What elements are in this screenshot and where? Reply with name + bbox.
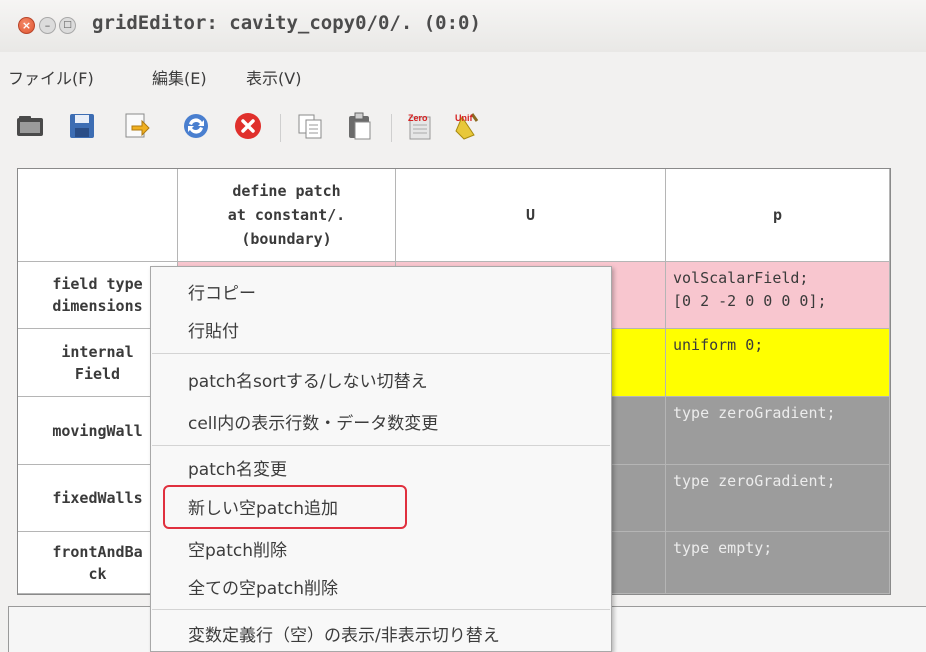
toolbar: Zero Unif [0, 96, 926, 160]
ctx-rename-patch[interactable]: patch名変更 [188, 455, 287, 480]
open-folder-icon [17, 116, 43, 136]
toolbar-separator [391, 114, 392, 142]
cancel-icon [235, 113, 261, 139]
maximize-window-button[interactable]: □ [59, 17, 76, 34]
close-icon: × [21, 19, 32, 32]
ctx-copy-row[interactable]: 行コピー [188, 279, 256, 304]
minimize-window-button[interactable]: – [39, 17, 56, 34]
toolbar-separator [280, 114, 281, 142]
export-icon [125, 113, 150, 138]
save-button[interactable] [66, 111, 98, 141]
unif-label: Unif [455, 113, 473, 123]
title-bar: × – □ gridEditor: cavity_copy0/0/. (0:0) [0, 0, 926, 52]
reload-button[interactable] [180, 111, 212, 141]
minimize-icon: – [44, 19, 51, 32]
menu-separator [152, 445, 610, 446]
ctx-toggle-variable-rows[interactable]: 変数定義行（空）の表示/非表示切り替え [188, 621, 500, 646]
unif-icon: Unif [455, 113, 479, 140]
zero-icon: Zero [408, 113, 431, 140]
menu-view[interactable]: 表示(V) [246, 65, 301, 89]
export-button[interactable] [120, 111, 152, 141]
ctx-delete-empty-patch[interactable]: 空patch削除 [188, 536, 287, 561]
table-cell-p[interactable]: type empty; [666, 532, 890, 594]
corner-header-cell [18, 169, 178, 262]
table-cell-p[interactable]: volScalarField; [0 2 -2 0 0 0 0]; [666, 262, 890, 329]
save-icon [70, 114, 94, 138]
menu-edit[interactable]: 編集(E) [152, 65, 207, 89]
table-cell-p[interactable]: type zeroGradient; [666, 397, 890, 465]
ctx-delete-all-empty-patches[interactable]: 全ての空patch削除 [188, 574, 338, 599]
copy-icon [298, 114, 322, 139]
menu-separator [152, 609, 610, 610]
context-menu: 行コピー 行貼付 patch名sortする/しない切替え cell内の表示行数・… [150, 266, 612, 652]
copy-button[interactable] [294, 111, 326, 141]
menu-separator [152, 353, 610, 354]
column-header-u[interactable]: U [396, 169, 666, 262]
menu-file[interactable]: ファイル(F) [8, 65, 94, 89]
ctx-add-empty-patch[interactable]: 新しい空patch追加 [188, 494, 338, 519]
zero-button[interactable]: Zero [405, 111, 437, 141]
maximize-icon: □ [63, 20, 72, 30]
column-header-p[interactable]: p [666, 169, 890, 262]
close-window-button[interactable]: × [18, 17, 35, 34]
ctx-paste-row[interactable]: 行貼付 [188, 317, 239, 342]
ctx-toggle-patch-sort[interactable]: patch名sortする/しない切替え [188, 367, 428, 392]
table-cell-p[interactable]: type zeroGradient; [666, 465, 890, 532]
ctx-change-cell-rows[interactable]: cell内の表示行数・データ数変更 [188, 409, 438, 434]
zero-label: Zero [408, 113, 428, 123]
paste-button[interactable] [344, 111, 376, 141]
unif-button[interactable]: Unif [452, 111, 484, 141]
menu-bar: ファイル(F) 編集(E) 表示(V) [0, 56, 926, 96]
table-cell-p[interactable]: uniform 0; [666, 329, 890, 397]
window-title: gridEditor: cavity_copy0/0/. (0:0) [92, 12, 481, 34]
reload-icon [184, 114, 208, 138]
column-header-define-patch[interactable]: define patch at constant/. (boundary) [178, 169, 396, 262]
paste-icon [349, 112, 371, 140]
open-folder-button[interactable] [14, 111, 46, 141]
cancel-button[interactable] [232, 111, 264, 141]
